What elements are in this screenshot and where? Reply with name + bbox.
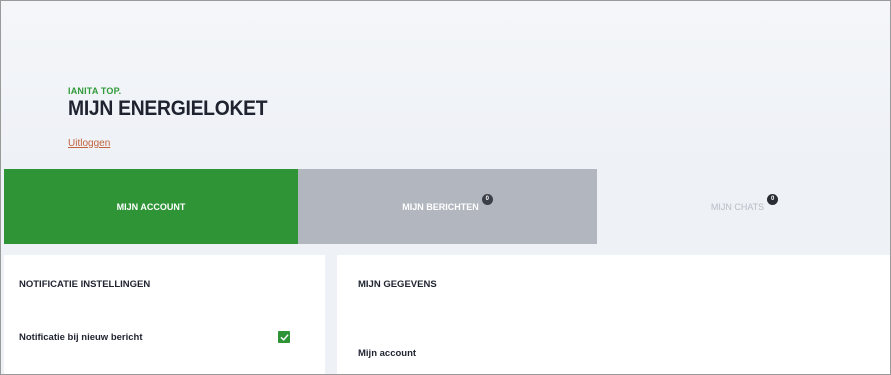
tab-label: MIJN BERICHTEN xyxy=(402,201,479,212)
new-message-notification-checkbox[interactable] xyxy=(278,331,290,343)
unread-count-badge: 0 xyxy=(767,194,779,205)
tab-mijn-berichten[interactable]: MIJN BERICHTEN 0 xyxy=(298,169,597,244)
tab-label: MIJN ACCOUNT xyxy=(116,201,186,212)
tab-mijn-account[interactable]: MIJN ACCOUNT xyxy=(4,169,298,244)
page-title: MIJN ENERGIELOKET xyxy=(68,97,268,120)
my-details-heading: MIJN GEGEVENS xyxy=(358,279,437,290)
header: IANITA TOP. MIJN ENERGIELOKET Uitloggen xyxy=(1,1,890,169)
tab-bar: MIJN ACCOUNT MIJN BERICHTEN 0 MIJN CHATS… xyxy=(4,169,890,244)
notification-settings-panel: NOTIFICATIE INSTELLINGEN Notificatie bij… xyxy=(4,255,325,374)
user-name: IANITA TOP. xyxy=(68,86,122,96)
my-account-heading: Mijn account xyxy=(358,348,417,359)
my-details-panel: MIJN GEGEVENS Mijn account xyxy=(337,255,890,374)
page-frame: IANITA TOP. MIJN ENERGIELOKET Uitloggen … xyxy=(0,0,891,375)
tab-mijn-chats[interactable]: MIJN CHATS 0 xyxy=(597,169,890,244)
notification-settings-heading: NOTIFICATIE INSTELLINGEN xyxy=(19,279,151,290)
logout-link[interactable]: Uitloggen xyxy=(68,138,110,149)
new-message-notification-label: Notificatie bij nieuw bericht xyxy=(19,332,143,343)
checkmark-icon xyxy=(280,333,288,341)
tab-label: MIJN CHATS xyxy=(710,201,765,212)
unread-count-badge: 0 xyxy=(481,194,493,205)
